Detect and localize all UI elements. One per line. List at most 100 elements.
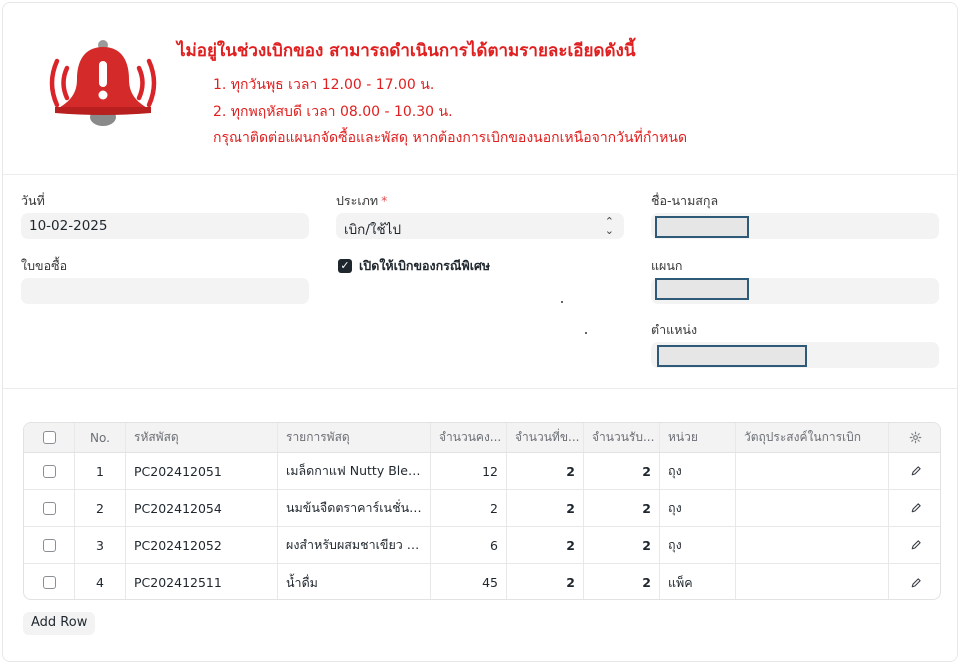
cell-no: 4 [75, 564, 126, 599]
items-table: No. รหัสพัสดุ รายการพัสดุ จำนวนคง... จำน… [23, 422, 941, 600]
edit-pencil-icon[interactable] [910, 465, 922, 477]
row-edit-cell [889, 490, 940, 526]
cell-item[interactable]: เมล็ดกาแฟ Nutty Blend... [278, 453, 431, 489]
col-stock: จำนวนคง... [431, 423, 507, 452]
cell-no: 1 [75, 453, 126, 489]
required-marker: * [381, 193, 388, 208]
section-divider [3, 388, 957, 389]
cell-code[interactable]: PC202412052 [126, 527, 278, 563]
add-row-button[interactable]: Add Row [23, 612, 96, 635]
cell-stock[interactable]: 12 [431, 453, 507, 489]
row-select-cell [24, 564, 75, 599]
type-label-text: ประเภท [336, 193, 379, 208]
row-edit-cell [889, 564, 940, 599]
row-checkbox[interactable] [42, 538, 56, 552]
row-select-cell [24, 527, 75, 563]
cell-requested[interactable]: 2 [507, 527, 584, 563]
edit-pencil-icon[interactable] [910, 577, 922, 589]
cell-code[interactable]: PC202412051 [126, 453, 278, 489]
col-purpose: วัตถุประสงค์ในการเบิก [736, 423, 889, 452]
gear-icon[interactable] [909, 431, 922, 444]
form-card: ไม่อยู่ในช่วงเบิกของ สามารถดำเนินการได้ต… [2, 2, 958, 662]
cell-item[interactable]: ผงสำหรับผสมชาเขียว 25... [278, 527, 431, 563]
cell-requested[interactable]: 2 [507, 490, 584, 526]
redacted-name [655, 216, 749, 238]
cell-purpose[interactable] [736, 527, 889, 563]
alert-contact-note: กรุณาติดต่อแผนกจัดซื้อและพัสดุ หากต้องกา… [213, 130, 688, 146]
type-label: ประเภท * [336, 191, 387, 211]
table-header: No. รหัสพัสดุ รายการพัสดุ จำนวนคง... จำน… [24, 423, 940, 453]
cell-item-text: ผงสำหรับผสมชาเขียว 25... [286, 537, 422, 552]
alarm-bell-icon [49, 40, 157, 126]
col-code: รหัสพัสดุ [126, 423, 278, 452]
po-label: ใบขอซื้อ [21, 258, 68, 273]
type-select[interactable]: เบิก/ใช้ไป ⌃ ⌄ [336, 213, 624, 239]
select-all-checkbox[interactable] [42, 431, 56, 444]
edit-pencil-icon[interactable] [910, 539, 922, 551]
position-label: ตำแหน่ง [651, 322, 698, 337]
cell-received[interactable]: 2 [584, 527, 660, 563]
alert-schedule-thursday: 2. ทุกพฤหัสบดี เวลา 08.00 - 10.30 น. [213, 104, 453, 120]
row-select-cell [24, 490, 75, 526]
po-field[interactable] [21, 278, 309, 304]
select-updown-icon: ⌃ ⌄ [604, 215, 614, 237]
cell-received[interactable]: 2 [584, 564, 660, 599]
cell-no: 2 [75, 490, 126, 526]
row-edit-cell [889, 527, 940, 563]
row-edit-cell [889, 453, 940, 489]
date-field[interactable]: 10-02-2025 [21, 213, 309, 239]
cell-received[interactable]: 2 [584, 490, 660, 526]
row-checkbox[interactable] [42, 576, 56, 589]
type-select-value: เบิก/ใช้ไป [344, 222, 402, 238]
row-checkbox[interactable] [42, 501, 56, 515]
special-withdraw-label: เปิดให้เบิกของกรณีพิเศษ [359, 258, 491, 273]
cell-received[interactable]: 2 [584, 453, 660, 489]
date-label: วันที่ [21, 193, 45, 208]
edit-pencil-icon[interactable] [910, 502, 922, 514]
cell-unit[interactable]: ถุง [660, 490, 736, 526]
cell-purpose[interactable] [736, 564, 889, 599]
table-row[interactable]: 3 PC202412052 ผงสำหรับผสมชาเขียว 25... 6… [24, 527, 940, 564]
table-row[interactable]: 2 PC202412054 นมข้นจืดตราคาร์เนชั่น 1 ..… [24, 490, 940, 527]
cell-stock[interactable]: 45 [431, 564, 507, 599]
name-label: ชื่อ-นามสกุล [651, 193, 719, 208]
cell-stock[interactable]: 2 [431, 490, 507, 526]
cell-unit[interactable]: แพ็ค [660, 564, 736, 599]
col-unit: หน่วย [660, 423, 736, 452]
redacted-position [657, 345, 807, 367]
table-row[interactable]: 1 PC202412051 เมล็ดกาแฟ Nutty Blend... 1… [24, 453, 940, 490]
cell-code[interactable]: PC202412054 [126, 490, 278, 526]
stray-dot [561, 301, 563, 303]
row-select-cell [24, 453, 75, 489]
col-received: จำนวนรับ... [584, 423, 660, 452]
stray-dot [585, 332, 587, 334]
cell-unit[interactable]: ถุง [660, 453, 736, 489]
cell-unit[interactable]: ถุง [660, 527, 736, 563]
cell-item-text: น้ำดื่ม [286, 574, 318, 590]
alert-schedule-wednesday: 1. ทุกวันพุธ เวลา 12.00 - 17.00 น. [213, 77, 435, 93]
cell-item-text: เมล็ดกาแฟ Nutty Blend... [286, 463, 422, 478]
cell-requested[interactable]: 2 [507, 564, 584, 599]
alert-title: ไม่อยู่ในช่วงเบิกของ สามารถดำเนินการได้ต… [177, 41, 636, 61]
dept-label: แผนก [651, 258, 683, 273]
cell-purpose[interactable] [736, 490, 889, 526]
cell-no: 3 [75, 527, 126, 563]
cell-requested[interactable]: 2 [507, 453, 584, 489]
cell-purpose[interactable] [736, 453, 889, 489]
table-row[interactable]: 4 PC202412511 น้ำดื่ม 45 2 2 แพ็ค [24, 564, 940, 599]
column-settings-cell [889, 423, 940, 452]
special-withdraw-checkbox[interactable]: ✓ เปิดให้เบิกของกรณีพิเศษ [338, 256, 490, 276]
col-no: No. [75, 423, 126, 452]
col-item: รายการพัสดุ [278, 423, 431, 452]
redacted-dept [655, 278, 749, 300]
select-all-cell [24, 423, 75, 452]
row-checkbox[interactable] [42, 464, 56, 478]
cell-item[interactable]: น้ำดื่ม [278, 564, 431, 599]
cell-code[interactable]: PC202412511 [126, 564, 278, 599]
cell-item-text: นมข้นจืดตราคาร์เนชั่น 1 ... [286, 500, 422, 515]
col-requested: จำนวนที่ข... [507, 423, 584, 452]
cell-item[interactable]: นมข้นจืดตราคาร์เนชั่น 1 ... [278, 490, 431, 526]
alert-banner: ไม่อยู่ในช่วงเบิกของ สามารถดำเนินการได้ต… [3, 3, 957, 175]
checkbox-checked-icon[interactable]: ✓ [338, 259, 352, 273]
cell-stock[interactable]: 6 [431, 527, 507, 563]
